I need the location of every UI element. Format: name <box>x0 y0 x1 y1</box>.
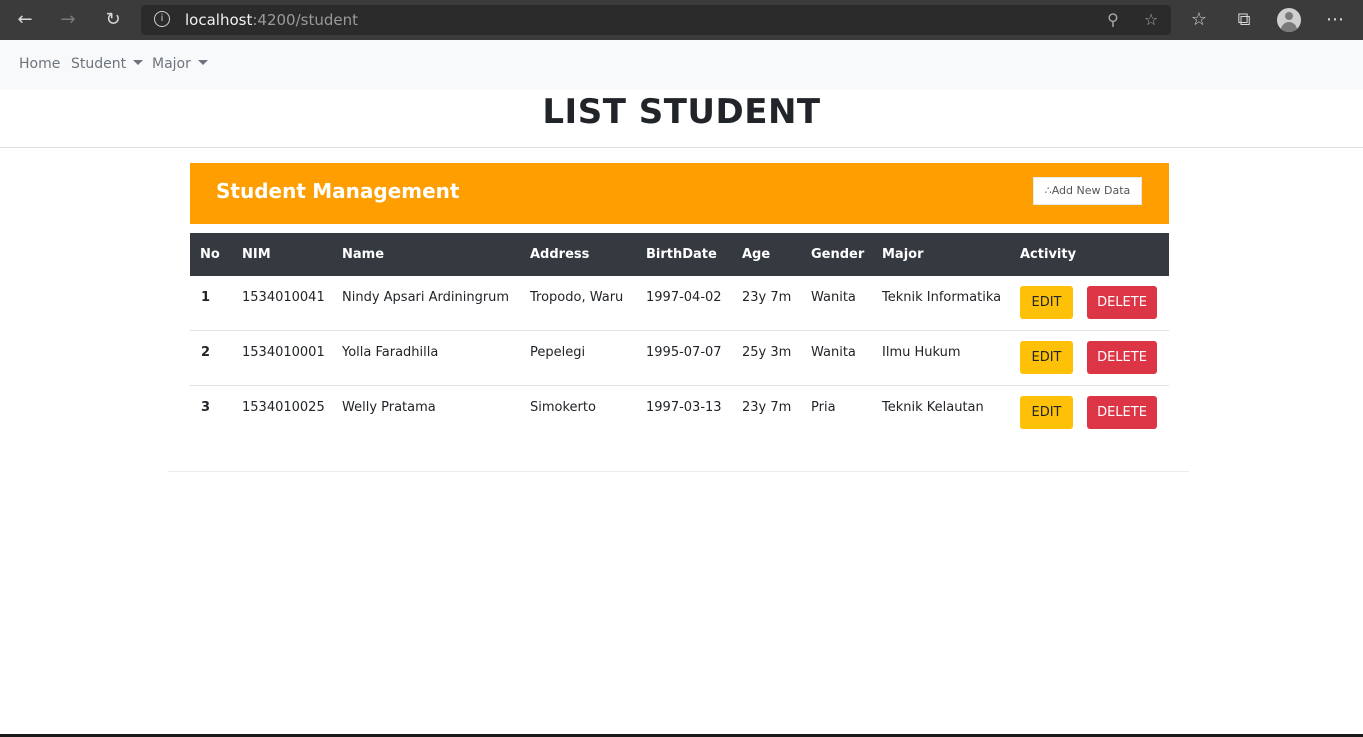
cell-name: Welly Pratama <box>342 400 436 415</box>
cell-no: 2 <box>201 345 211 360</box>
refresh-icon[interactable]: ↻ <box>101 8 125 32</box>
forward-arrow-icon[interactable]: → <box>56 8 80 32</box>
url-text[interactable]: localhost:4200/student <box>185 11 358 29</box>
delete-button[interactable]: DELETE <box>1087 286 1157 319</box>
cell-name: Nindy Apsari Ardiningrum <box>342 290 510 305</box>
edit-button[interactable]: EDIT <box>1020 341 1073 374</box>
delete-button[interactable]: DELETE <box>1087 341 1157 374</box>
cell-birthdate: 1997-03-13 <box>646 400 722 415</box>
column-header: Major <box>882 247 924 262</box>
nav-home[interactable]: Home <box>19 56 60 72</box>
card-title: Student Management <box>216 179 460 203</box>
favorites-icon[interactable]: ☆ <box>1187 8 1211 32</box>
divider <box>0 147 1363 148</box>
cell-address: Simokerto <box>530 400 596 415</box>
column-header: Age <box>742 247 771 262</box>
cell-address: Tropodo, Waru <box>530 290 624 305</box>
cell-birthdate: 1997-04-02 <box>646 290 722 305</box>
cell-major: Ilmu Hukum <box>882 345 961 360</box>
column-header: Activity <box>1020 247 1077 262</box>
cell-nim: 1534010025 <box>242 400 325 415</box>
cell-nim: 1534010041 <box>242 290 325 305</box>
column-header: BirthDate <box>646 247 717 262</box>
nav-major-dropdown[interactable]: Major <box>152 56 208 72</box>
caret-down-icon <box>133 59 144 65</box>
cell-no: 3 <box>201 400 211 415</box>
back-arrow-icon[interactable]: ← <box>13 8 37 32</box>
cell-major: Teknik Informatika <box>882 290 1002 305</box>
column-header: Gender <box>811 247 865 262</box>
card-header: Student Management ∴Add New Data <box>190 163 1169 224</box>
cell-age: 23y 7m <box>742 400 792 415</box>
cell-no: 1 <box>201 290 211 305</box>
info-icon[interactable]: i <box>154 11 170 27</box>
column-header: Name <box>342 247 385 262</box>
browser-toolbar: ← → ↻ i localhost:4200/student ⚲ ☆ ☆ ⧉ ⋯ <box>0 0 1363 40</box>
page-title: LIST STUDENT <box>542 92 821 132</box>
address-bar[interactable]: i localhost:4200/student ⚲ ☆ <box>141 5 1171 35</box>
app-navbar: Home Student Major <box>0 40 1363 90</box>
delete-button[interactable]: DELETE <box>1087 396 1157 429</box>
cell-gender: Wanita <box>811 290 856 305</box>
caret-down-icon <box>197 59 208 65</box>
profile-avatar[interactable] <box>1277 8 1301 32</box>
nav-student-dropdown[interactable]: Student <box>71 56 144 72</box>
cell-major: Teknik Kelautan <box>882 400 984 415</box>
cell-address: Pepelegi <box>530 345 586 360</box>
add-new-data-button[interactable]: ∴Add New Data <box>1033 177 1142 205</box>
table-row: 3 1534010025 Welly Pratama Simokerto 199… <box>190 386 1169 441</box>
cell-nim: 1534010001 <box>242 345 325 360</box>
edit-button[interactable]: EDIT <box>1020 396 1073 429</box>
column-header: Address <box>530 247 590 262</box>
zoom-icon[interactable]: ⚲ <box>1102 9 1124 31</box>
cell-birthdate: 1995-07-07 <box>646 345 722 360</box>
star-icon[interactable]: ☆ <box>1140 9 1162 31</box>
column-header: NIM <box>242 247 271 262</box>
cell-age: 23y 7m <box>742 290 792 305</box>
table-row: 2 1534010001 Yolla Faradhilla Pepelegi 1… <box>190 331 1169 386</box>
collections-icon[interactable]: ⧉ <box>1232 8 1256 32</box>
cell-gender: Wanita <box>811 345 856 360</box>
table-header: No NIM Name Address BirthDate Age Gender… <box>190 233 1169 276</box>
cell-name: Yolla Faradhilla <box>342 345 439 360</box>
edit-button[interactable]: EDIT <box>1020 286 1073 319</box>
cell-gender: Pria <box>811 400 836 415</box>
more-icon[interactable]: ⋯ <box>1323 8 1347 32</box>
table-row: 1 1534010041 Nindy Apsari Ardiningrum Tr… <box>190 276 1169 331</box>
cell-age: 25y 3m <box>742 345 792 360</box>
column-header: No <box>200 247 220 262</box>
divider <box>168 471 1189 472</box>
